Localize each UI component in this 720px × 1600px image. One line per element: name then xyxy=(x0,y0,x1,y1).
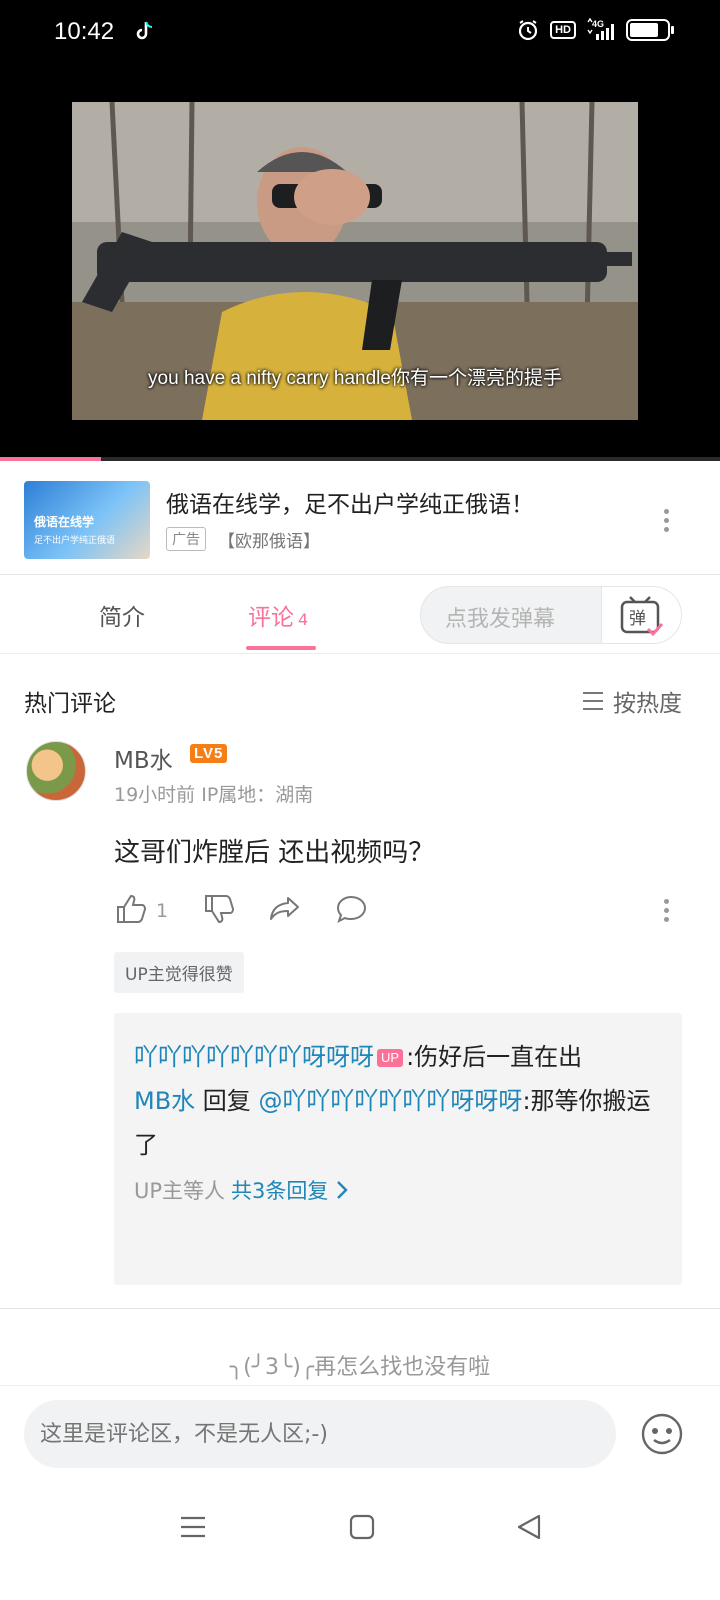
divider xyxy=(0,1308,720,1309)
danmaku-icon-text: 弹 xyxy=(629,609,646,629)
hd-badge: HD xyxy=(550,21,576,39)
video-player[interactable]: you have a nifty carry handle你有一个漂亮的提手 xyxy=(0,64,720,460)
like-count: 1 xyxy=(156,900,169,922)
system-nav-bar xyxy=(0,1484,720,1600)
comment-username[interactable]: MB水 xyxy=(114,741,173,775)
danmaku-settings-button[interactable]: 弹 xyxy=(601,587,681,643)
comment-meta: 19小时前 IP属地：湖南 xyxy=(114,784,314,806)
comment-more-icon[interactable] xyxy=(664,899,670,922)
comment-input-bar xyxy=(0,1385,720,1483)
level-badge: LV5 xyxy=(190,744,228,763)
danmaku-placeholder: 点我发弹幕 xyxy=(445,607,556,632)
reply-icon[interactable] xyxy=(334,892,368,926)
alarm-icon xyxy=(519,20,538,41)
danmaku-input[interactable]: 点我发弹幕 弹 xyxy=(420,586,682,644)
reply-footer[interactable]: UP主等人 共3条回复 xyxy=(134,1175,662,1205)
signal-label: 4G xyxy=(592,19,604,29)
reply-word: 回复 xyxy=(195,1087,259,1115)
ad-banner[interactable]: 俄语在线学 足不出户学纯正俄语 俄语在线学，足不出户学纯正俄语！ 广告 【欧那俄… xyxy=(0,461,720,575)
tab-comments[interactable]: 评论 4 xyxy=(248,598,308,632)
status-time: 10:42 xyxy=(54,18,115,45)
view-replies-label: 共3条回复 xyxy=(231,1179,329,1203)
tab-comments-label: 评论 xyxy=(248,605,294,631)
sort-label: 按热度 xyxy=(613,691,682,717)
ad-title[interactable]: 俄语在线学，足不出户学纯正俄语！ xyxy=(166,485,534,519)
danmaku-icon: 弹 xyxy=(620,596,664,637)
reply-footer-prefix: UP主等人 xyxy=(134,1179,226,1203)
ad-tag: 广告 xyxy=(166,527,206,551)
comment-text: 这哥们炸膛后 还出视频吗？ xyxy=(114,838,435,868)
reply-mention[interactable]: @吖吖吖吖吖吖吖呀呀呀 xyxy=(258,1087,522,1115)
home-icon[interactable] xyxy=(347,1512,377,1542)
emoji-icon[interactable] xyxy=(640,1412,684,1456)
back-icon[interactable] xyxy=(515,1512,545,1542)
menu-icon[interactable] xyxy=(178,1512,208,1542)
up-liked-badge: UP主觉得很赞 xyxy=(114,952,244,993)
ad-thumb-subtitle: 足不出户学纯正俄语 xyxy=(34,536,116,546)
reply-text: :伤好后一直在出 xyxy=(406,1043,583,1071)
tab-comments-count: 4 xyxy=(298,610,309,629)
ad-thumbnail[interactable]: 俄语在线学 足不出户学纯正俄语 xyxy=(24,481,150,559)
battery-icon xyxy=(626,19,674,41)
video-frame[interactable]: you have a nifty carry handle你有一个漂亮的提手 xyxy=(72,102,638,420)
share-icon[interactable] xyxy=(268,892,302,926)
battery-level xyxy=(630,23,658,37)
ad-thumb-title: 俄语在线学 xyxy=(34,515,95,529)
like-icon[interactable] xyxy=(114,892,148,926)
tab-active-indicator xyxy=(246,646,316,650)
avatar[interactable] xyxy=(26,741,86,801)
reply-author[interactable]: 吖吖吖吖吖吖吖呀呀呀 xyxy=(134,1043,374,1071)
tab-intro[interactable]: 简介 xyxy=(99,598,145,632)
end-of-comments-text: ╮(╯3╰)╭再怎么找也没有啦 xyxy=(229,1355,491,1380)
tabs-bar: 简介 评论 4 点我发弹幕 弹 xyxy=(0,576,720,654)
dislike-icon[interactable] xyxy=(202,892,236,926)
up-badge: UP xyxy=(377,1049,404,1067)
signal-icon: 4G xyxy=(587,18,614,40)
video-subtitle: you have a nifty carry handle你有一个漂亮的提手 xyxy=(148,368,562,389)
sort-icon xyxy=(583,692,603,710)
tiktok-icon xyxy=(136,21,153,40)
reply-item[interactable]: MB水 回复 @吖吖吖吖吖吖吖呀呀呀:那等你搬运了 xyxy=(134,1079,662,1167)
sort-button[interactable]: 按热度 xyxy=(581,684,682,718)
comment-input[interactable] xyxy=(24,1400,616,1468)
chevron-right-icon xyxy=(337,1181,349,1199)
view-replies-link[interactable]: 共3条回复 xyxy=(231,1175,349,1205)
reply-box[interactable]: 吖吖吖吖吖吖吖呀呀呀 UP:伤好后一直在出 MB水 回复 @吖吖吖吖吖吖吖呀呀呀:… xyxy=(114,1013,682,1285)
reply-author[interactable]: MB水 xyxy=(134,1087,195,1115)
reply-item[interactable]: 吖吖吖吖吖吖吖呀呀呀 UP:伤好后一直在出 xyxy=(134,1035,662,1079)
ad-source: 【欧那俄语】 xyxy=(218,532,320,552)
ad-more-icon[interactable] xyxy=(664,509,670,532)
status-bar: 10:42 HD 4G xyxy=(0,0,720,64)
hot-comments-title: 热门评论 xyxy=(24,691,116,717)
